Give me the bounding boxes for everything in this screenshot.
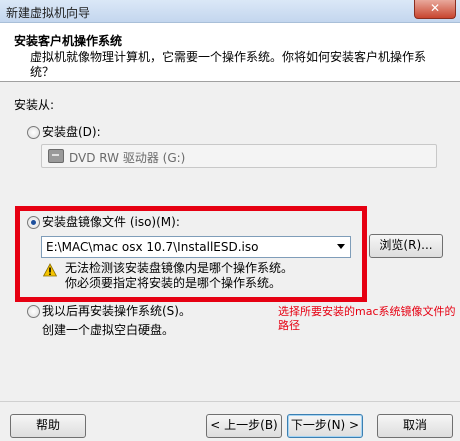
install-from-label: 安装从: xyxy=(14,98,55,112)
disc-radio[interactable] xyxy=(27,126,40,139)
later-option-label[interactable]: 我以后再安装操作系统(S)。 xyxy=(42,302,191,319)
disc-option-label[interactable]: 安装盘(D): xyxy=(42,123,101,140)
footer-divider xyxy=(0,401,460,402)
help-button[interactable]: 帮助 xyxy=(10,414,86,438)
window-title: 新建虚拟机向导 xyxy=(6,6,91,20)
drive-value: DVD RW 驱动器 (G:) xyxy=(69,151,186,165)
wizard-header: 安装客户机操作系统 虚拟机就像物理计算机，它需要一个操作系统。你将如何安装客户机… xyxy=(0,23,460,82)
close-button[interactable]: ✕ xyxy=(414,0,456,19)
next-button[interactable]: 下一步(N) > xyxy=(287,414,363,438)
back-button[interactable]: < 上一步(B) xyxy=(206,414,282,438)
browse-button[interactable]: 浏览(R)... xyxy=(369,234,443,258)
dvd-drive-icon xyxy=(48,149,64,163)
later-option-description: 创建一个虚拟空白硬盘。 xyxy=(42,323,175,337)
title-bar: 新建虚拟机向导 ✕ xyxy=(0,0,460,23)
highlight-box xyxy=(15,206,367,302)
header-title: 安装客户机操作系统 xyxy=(14,34,123,48)
header-description: 虚拟机就像物理计算机，它需要一个操作系统。你将如何安装客户机操作系统？ xyxy=(30,50,427,79)
later-radio[interactable] xyxy=(27,305,40,318)
annotation-text: 选择所要安装的mac系统镜像文件的路径 xyxy=(278,305,456,332)
cancel-button[interactable]: 取消 xyxy=(377,414,453,438)
drive-dropdown[interactable]: DVD RW 驱动器 (G:) xyxy=(41,144,437,168)
